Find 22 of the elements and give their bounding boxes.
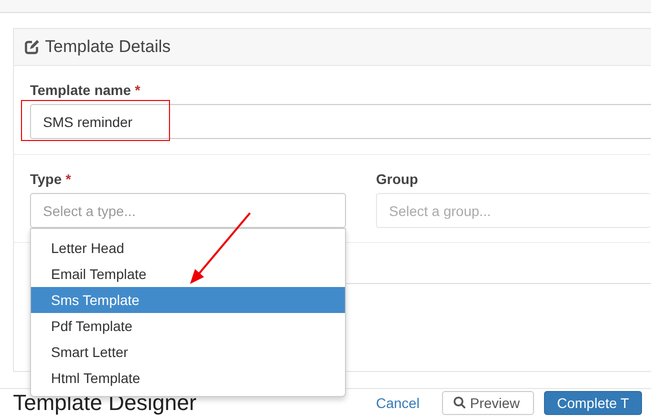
- annotation-arrow: [190, 212, 251, 284]
- field-label: Template name: [30, 82, 131, 98]
- dropdown-option[interactable]: Pdf Template: [31, 313, 345, 339]
- edit-icon: [24, 40, 39, 54]
- panel-title: Template Details: [45, 37, 171, 57]
- type-select[interactable]: Select a type...: [30, 193, 346, 228]
- cancel-link[interactable]: Cancel: [376, 394, 442, 410]
- complete-button[interactable]: Complete T: [544, 390, 642, 414]
- group-select[interactable]: Select a group...: [376, 193, 651, 228]
- required-mark: *: [66, 171, 72, 187]
- dropdown-option[interactable]: Html Template: [31, 365, 345, 391]
- dropdown-option[interactable]: Email Template: [31, 261, 345, 287]
- field-label: Type: [30, 171, 62, 187]
- input-field[interactable]: SMS reminder: [30, 104, 651, 139]
- dropdown-option[interactable]: Letter Head: [31, 235, 345, 261]
- dropdown-option[interactable]: Sms Template: [31, 287, 345, 313]
- dropdown-option[interactable]: Smart Letter: [31, 339, 345, 365]
- required-mark: *: [134, 82, 140, 98]
- field-label: Group: [376, 171, 418, 187]
- search-icon: [453, 396, 466, 409]
- page-title: Template Designer: [13, 390, 198, 416]
- preview-button[interactable]: Preview: [442, 390, 534, 414]
